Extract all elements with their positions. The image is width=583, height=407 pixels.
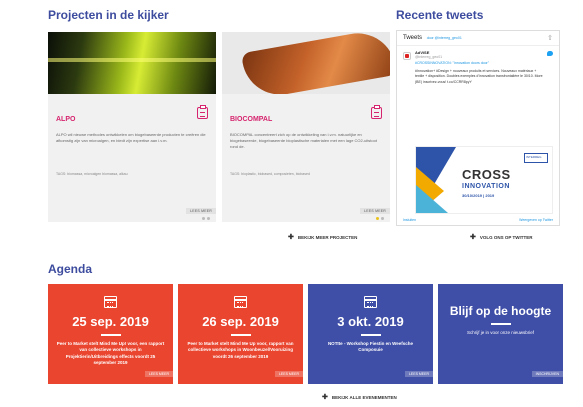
read-more-button[interactable]: LEES MEER — [144, 371, 173, 377]
project-tags: TAGS: bioplastic, biobased, composieten,… — [230, 172, 310, 176]
newsletter-card[interactable]: Blijf op de hoogte Schrijf je in voor on… — [438, 284, 563, 384]
twitter-widget-header: Tweets door @interreg_geo01 ⇧ — [397, 31, 559, 46]
follow-twitter-link[interactable]: ✚ VOLG ONS OP TWITTER — [470, 234, 533, 241]
project-card-biocompal[interactable]: BIOCOMPAL BIOCOMPAL concentreert zich op… — [222, 32, 390, 222]
avatar[interactable] — [403, 52, 411, 60]
divider — [230, 334, 251, 336]
tweet-image[interactable]: CROSS INNOVATION 30/10/2019 | 2019 INTER… — [415, 146, 553, 214]
share-icon[interactable]: ⇧ — [547, 34, 553, 42]
event-description: Peer to Market stelt Mind Me Up! voor, e… — [56, 340, 165, 366]
newsletter-title: Blijf op de hoogte — [449, 304, 552, 318]
newsletter-subtitle: Schrijf je in voor onze nieuwsbrief — [466, 329, 535, 335]
event-card[interactable]: 3 okt. 2019 NOTIte - Workshop Fiestin en… — [308, 284, 433, 384]
carousel-dots[interactable] — [202, 217, 210, 220]
projects-section-title: Projecten in de kijker — [48, 8, 169, 22]
alpo-project-image[interactable] — [48, 32, 216, 94]
tweet-image-subtitle: INNOVATION — [462, 183, 510, 190]
clipboard-icon — [371, 105, 382, 119]
project-tags: TAGS: biomassa, microalgen biomassa, alk… — [56, 172, 128, 176]
event-description: NOTIte - Workshop Fiestin en Weefsche Co… — [327, 340, 414, 353]
read-more-button[interactable]: LEES MEER — [274, 371, 303, 377]
tweet-text-line: #Innovation+ #Design + nouveaux produits… — [415, 68, 543, 84]
project-description: ALPO wil nieuwe methodes ontwikkelen om … — [56, 132, 206, 143]
event-description: Peer to Market stelt Mind Me Up voor, ra… — [187, 340, 294, 359]
carousel-dots[interactable] — [376, 217, 384, 220]
plus-icon: ✚ — [470, 234, 476, 241]
event-date: 25 sep. 2019 — [72, 314, 149, 329]
tweet-handle[interactable]: @interreg_geo01 — [415, 55, 553, 59]
agenda-section-title: Agenda — [48, 262, 93, 276]
twitter-widget-handle[interactable]: door @interreg_geo01 — [427, 36, 462, 40]
project-title[interactable]: BIOCOMPAL — [230, 116, 272, 123]
see-all-events-label: BEKIJK ALLE EVENEMENTEN — [331, 395, 397, 400]
plus-icon: ✚ — [322, 394, 328, 401]
read-more-button[interactable]: LEES MEER — [186, 208, 216, 214]
event-date: 3 okt. 2019 — [337, 314, 404, 329]
tweets-section-title: Recente tweets — [396, 8, 484, 22]
embed-link[interactable]: Insluiten — [403, 218, 416, 222]
plus-icon: ✚ — [288, 234, 294, 241]
clipboard-icon — [197, 105, 208, 119]
tweet-image-date: 30/10/2019 | 2019 — [462, 193, 495, 198]
interreg-logo: INTERREG — [524, 153, 548, 163]
tweet-image-title: CROSS — [462, 167, 511, 182]
divider — [100, 334, 121, 336]
event-card[interactable]: 26 sep. 2019 Peer to Market stelt Mind M… — [178, 284, 303, 384]
divider — [360, 334, 381, 336]
tweet-item[interactable]: AdViSE @interreg_geo01 #CROSSINNOVATION:… — [397, 46, 559, 89]
read-more-button[interactable]: LEES MEER — [360, 208, 390, 214]
event-card[interactable]: 25 sep. 2019 Peer to Market stelt Mind M… — [48, 284, 173, 384]
read-more-button[interactable]: LEES MEER — [404, 371, 433, 377]
twitter-widget-title: Tweets — [403, 35, 423, 41]
see-all-events-link[interactable]: ✚ BEKIJK ALLE EVENEMENTEN — [322, 394, 397, 401]
subscribe-button[interactable]: INSCHRIJVEN — [531, 371, 563, 377]
twitter-bird-icon[interactable] — [547, 51, 553, 56]
see-more-projects-link[interactable]: ✚ BEKIJK MEER PROJECTEN — [288, 234, 357, 241]
project-description: BIOCOMPAL concentreert zich op de ontwik… — [230, 132, 377, 149]
view-on-twitter-link[interactable]: Weergeven op Twitter — [519, 218, 553, 222]
calendar-icon — [234, 296, 247, 308]
twitter-widget-footer: Insluiten Weergeven op Twitter — [397, 215, 559, 225]
twitter-widget[interactable]: Tweets door @interreg_geo01 ⇧ AdViSE @in… — [396, 30, 560, 226]
event-date: 26 sep. 2019 — [202, 314, 279, 329]
see-more-projects-label: BEKIJK MEER PROJECTEN — [297, 235, 358, 240]
biocompal-project-image[interactable] — [222, 32, 390, 94]
calendar-icon — [104, 296, 117, 308]
project-title[interactable]: ALPO — [56, 116, 75, 123]
divider — [490, 323, 511, 325]
follow-twitter-label: VOLG ONS OP TWITTER — [479, 235, 533, 240]
calendar-icon — [364, 296, 377, 308]
tweet-text-line: #CROSSINNOVATION: "Innovation doors door… — [415, 61, 489, 65]
project-card-alpo[interactable]: ALPO ALPO wil nieuwe methodes ontwikkele… — [48, 32, 216, 222]
